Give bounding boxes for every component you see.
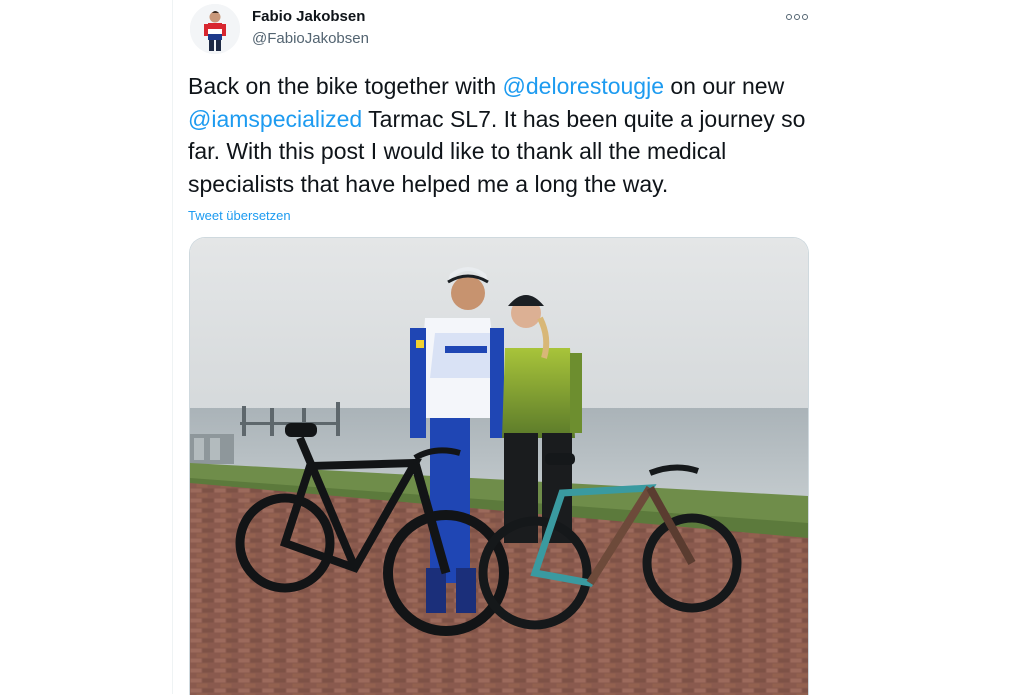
tweet-text-segment: on our new xyxy=(663,73,785,99)
mention-link[interactable]: @iamspecialized xyxy=(188,106,362,132)
avatar-image xyxy=(190,4,240,54)
author-name[interactable]: Fabio Jakobsen xyxy=(252,8,365,25)
more-horizontal-icon xyxy=(794,14,800,20)
more-horizontal-icon xyxy=(802,14,808,20)
translate-tweet-link[interactable]: Tweet übersetzen xyxy=(188,208,291,223)
author-handle: @FabioJakobsen xyxy=(252,30,369,47)
more-options-button[interactable] xyxy=(782,6,812,28)
more-horizontal-icon xyxy=(786,14,792,20)
tweet-text: Back on the bike together with @delorest… xyxy=(188,70,808,200)
tweet-photo[interactable] xyxy=(189,237,809,695)
author-avatar[interactable] xyxy=(190,4,240,54)
mention-link[interactable]: @delorestougje xyxy=(503,73,664,99)
photo-image xyxy=(190,238,808,695)
tweet-text-segment: Back on the bike together with xyxy=(188,73,503,99)
